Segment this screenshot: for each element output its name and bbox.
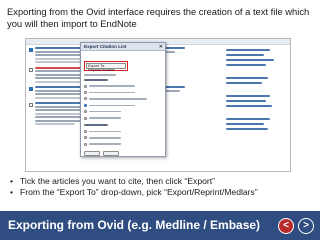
side-link[interactable] — [226, 95, 270, 97]
side-links — [226, 49, 288, 171]
ovid-screenshot: Export Citation List ✕ Export To: Reprin… — [25, 38, 291, 172]
next-label: > — [303, 220, 309, 231]
side-link[interactable] — [226, 128, 268, 130]
result-checkbox[interactable] — [29, 87, 33, 91]
instruction-item: • From the “Export To” drop-down, pick “E… — [10, 187, 258, 197]
instruction-text: From the “Export To” drop-down, pick “Ex… — [20, 187, 258, 197]
result-checkbox[interactable] — [29, 48, 33, 52]
side-link[interactable] — [226, 49, 270, 51]
section-heading — [84, 124, 108, 127]
side-link[interactable] — [226, 123, 264, 125]
prev-label: < — [283, 220, 289, 231]
side-link[interactable] — [226, 105, 272, 107]
export-to-select[interactable]: Export To: Reprint/Medlars — [86, 63, 126, 72]
export-citation-dialog: Export Citation List ✕ Export To: Reprin… — [80, 42, 166, 157]
export-to-value: Export To: Reprint/Medlars — [88, 64, 115, 72]
export-button[interactable] — [84, 151, 100, 157]
section-heading — [84, 78, 108, 81]
footer-title: Exporting from Ovid (e.g. Medline / Emba… — [8, 218, 261, 232]
dialog-title-bar: Export Citation List ✕ — [81, 43, 165, 51]
result-checkbox[interactable] — [29, 67, 33, 72]
side-link[interactable] — [226, 59, 274, 61]
side-link[interactable] — [226, 77, 268, 79]
dialog-title: Export Citation List — [84, 44, 127, 49]
export-to-highlight: Export To: Reprint/Medlars — [84, 61, 128, 72]
chevron-right-icon[interactable]: > — [298, 218, 314, 234]
result-checkbox[interactable] — [29, 103, 33, 107]
chevron-left-icon[interactable]: < — [278, 218, 294, 234]
side-link[interactable] — [226, 118, 270, 120]
side-link[interactable] — [226, 54, 264, 56]
side-link[interactable] — [226, 82, 262, 84]
side-link[interactable] — [226, 64, 266, 66]
footer-bar: Exporting from Ovid (e.g. Medline / Emba… — [0, 211, 320, 240]
instruction-list: • Tick the articles you want to cite, the… — [10, 176, 310, 198]
side-link[interactable] — [226, 100, 266, 102]
option-row[interactable] — [84, 115, 162, 121]
instruction-text: Tick the articles you want to cite, then… — [20, 176, 216, 186]
cancel-button[interactable] — [103, 151, 119, 157]
option-row[interactable] — [84, 141, 162, 147]
intro-text: Exporting from the Ovid interface requir… — [7, 6, 310, 29]
close-icon[interactable]: ✕ — [159, 43, 163, 51]
instruction-item: • Tick the articles you want to cite, the… — [10, 176, 216, 186]
